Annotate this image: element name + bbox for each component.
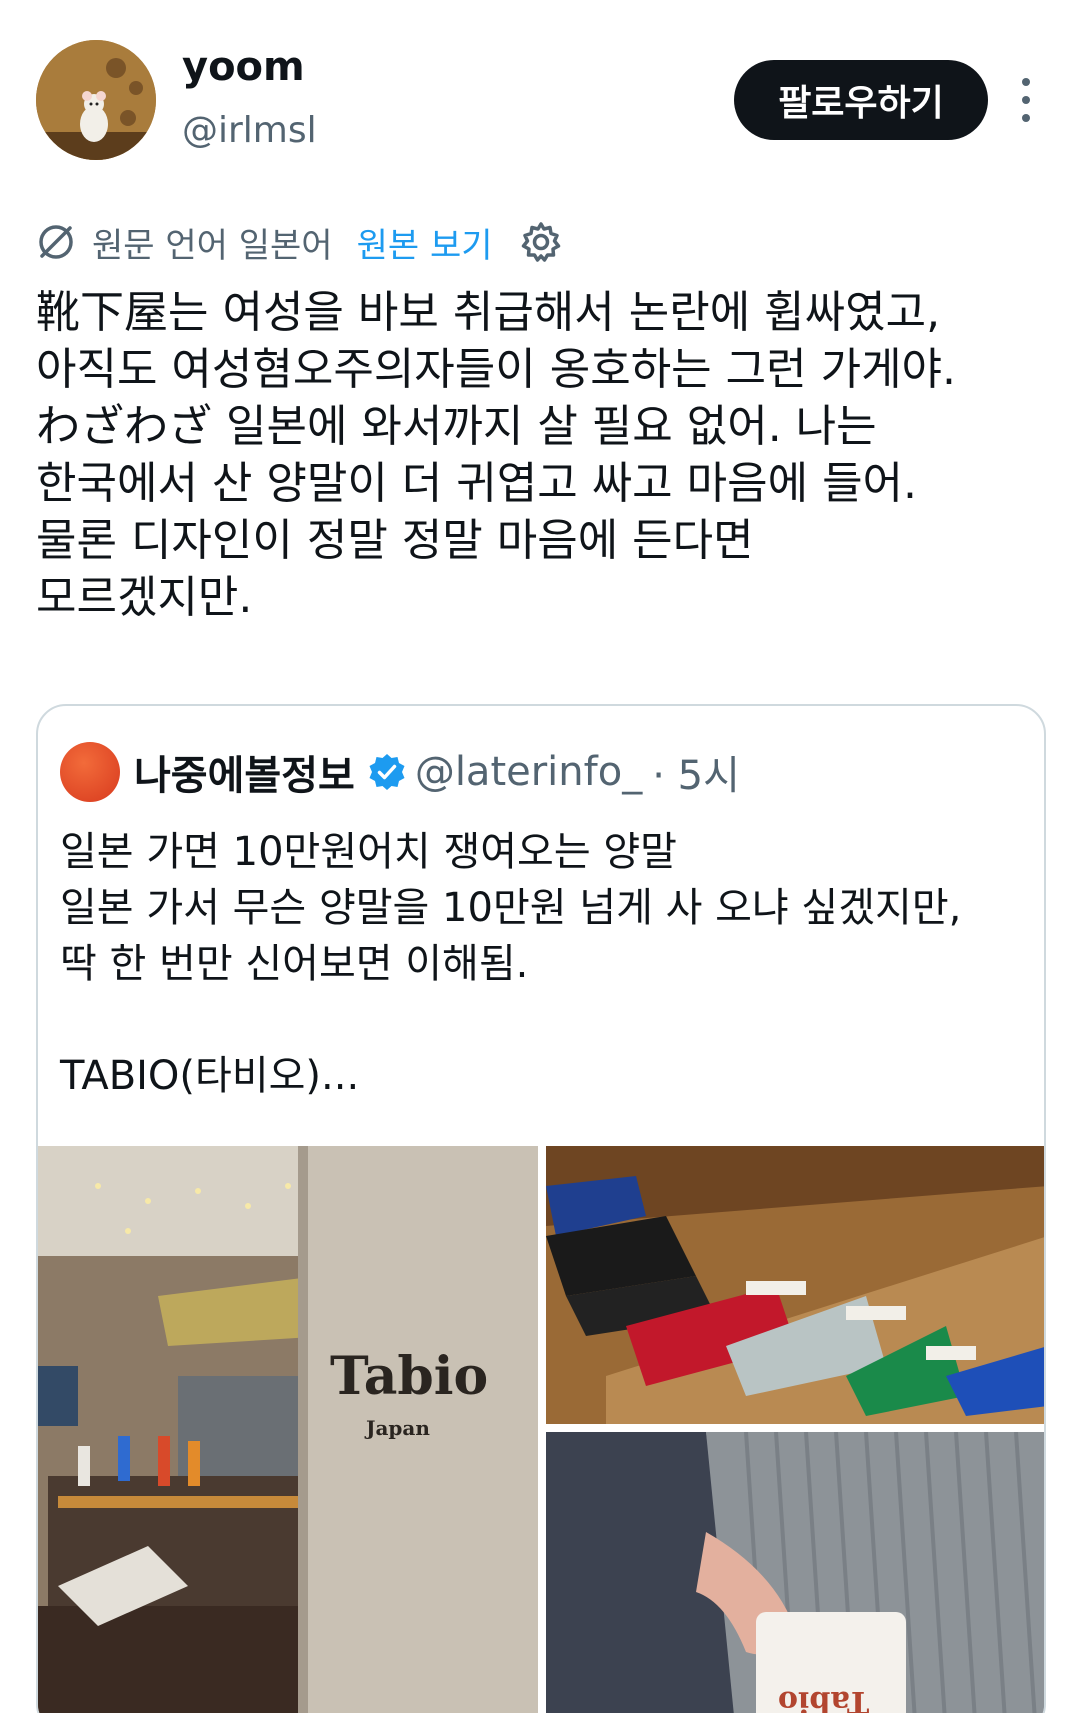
quoted-author-name[interactable]: 나중에볼정보 (134, 743, 355, 801)
source-language-note: 원문 언어 일본어 (92, 225, 333, 266)
tweet-line: 물론 디자인이 정말 정말 마음에 든다면 (36, 515, 754, 566)
more-options-icon[interactable] (1006, 70, 1046, 130)
tweet-header: yoom @irlmsl 팔로우하기 (36, 40, 1044, 160)
tag-logo-text: Tabio (778, 1684, 870, 1713)
store-photo[interactable]: Tabio Japan (38, 1146, 538, 1713)
gear-icon[interactable] (519, 220, 563, 264)
quoted-line (60, 992, 1030, 1048)
tabio-logo-subtext: Japan (366, 1416, 430, 1440)
tabio-logo-text: Tabio (330, 1346, 489, 1407)
author-handle[interactable]: @irlmsl (182, 110, 317, 151)
quoted-line: 일본 가면 10만원어치 쟁여오는 양말 (60, 829, 677, 875)
quoted-media-grid: Tabio Japan Tabio (38, 1146, 1044, 1713)
quoted-tweet-body: 일본 가면 10만원어치 쟁여오는 양말 일본 가서 무슨 양말을 10만원 넘… (60, 824, 1030, 1104)
sock-closeup-photo[interactable]: Tabio (546, 1432, 1044, 1713)
tweet-body: 靴下屋는 여성을 바보 취급해서 논란에 휩싸였고, 아직도 여성혐오주의자들이… (36, 284, 1046, 626)
tweet-line: 靴下屋는 여성을 바보 취급해서 논란에 휩싸였고, (36, 287, 941, 338)
author-display-name[interactable]: yoom (182, 44, 305, 90)
follow-button[interactable]: 팔로우하기 (734, 60, 988, 140)
verified-badge-icon (369, 754, 405, 790)
translate-icon (39, 225, 73, 259)
sock-display-photo[interactable] (546, 1146, 1044, 1424)
quoted-line: 딱 한 번만 신어보면 이해됨. (60, 941, 529, 987)
tweet-line: 모르겠지만. (36, 572, 253, 623)
view-original-link[interactable]: 원본 보기 (357, 218, 493, 267)
tweet-line: 아직도 여성혐오주의자들이 옹호하는 그런 가게야. (36, 344, 957, 395)
tweet-line: 한국에서 산 양말이 더 귀엽고 싸고 마음에 들어. (36, 458, 918, 509)
quoted-line: 일본 가서 무슨 양말을 10만원 넘게 사 오냐 싶겠지만, (60, 885, 962, 931)
author-avatar[interactable] (36, 40, 156, 160)
quoted-tweet-header: 나중에볼정보 @laterinfo_ · 5시 (60, 742, 740, 802)
quoted-author-avatar[interactable] (60, 742, 120, 802)
quoted-timestamp[interactable]: · 5시 (652, 743, 740, 801)
quoted-line: TABIO(타비오)... (60, 1053, 360, 1099)
translation-bar: 원문 언어 일본어 원본 보기 (36, 216, 563, 268)
tweet-line: わざわざ 일본에 와서까지 살 필요 없어. 나는 (36, 401, 877, 452)
quoted-tweet-card[interactable]: 나중에볼정보 @laterinfo_ · 5시 일본 가면 10만원어치 쟁여오… (36, 704, 1046, 1713)
quoted-author-handle[interactable]: @laterinfo_ (415, 749, 642, 795)
